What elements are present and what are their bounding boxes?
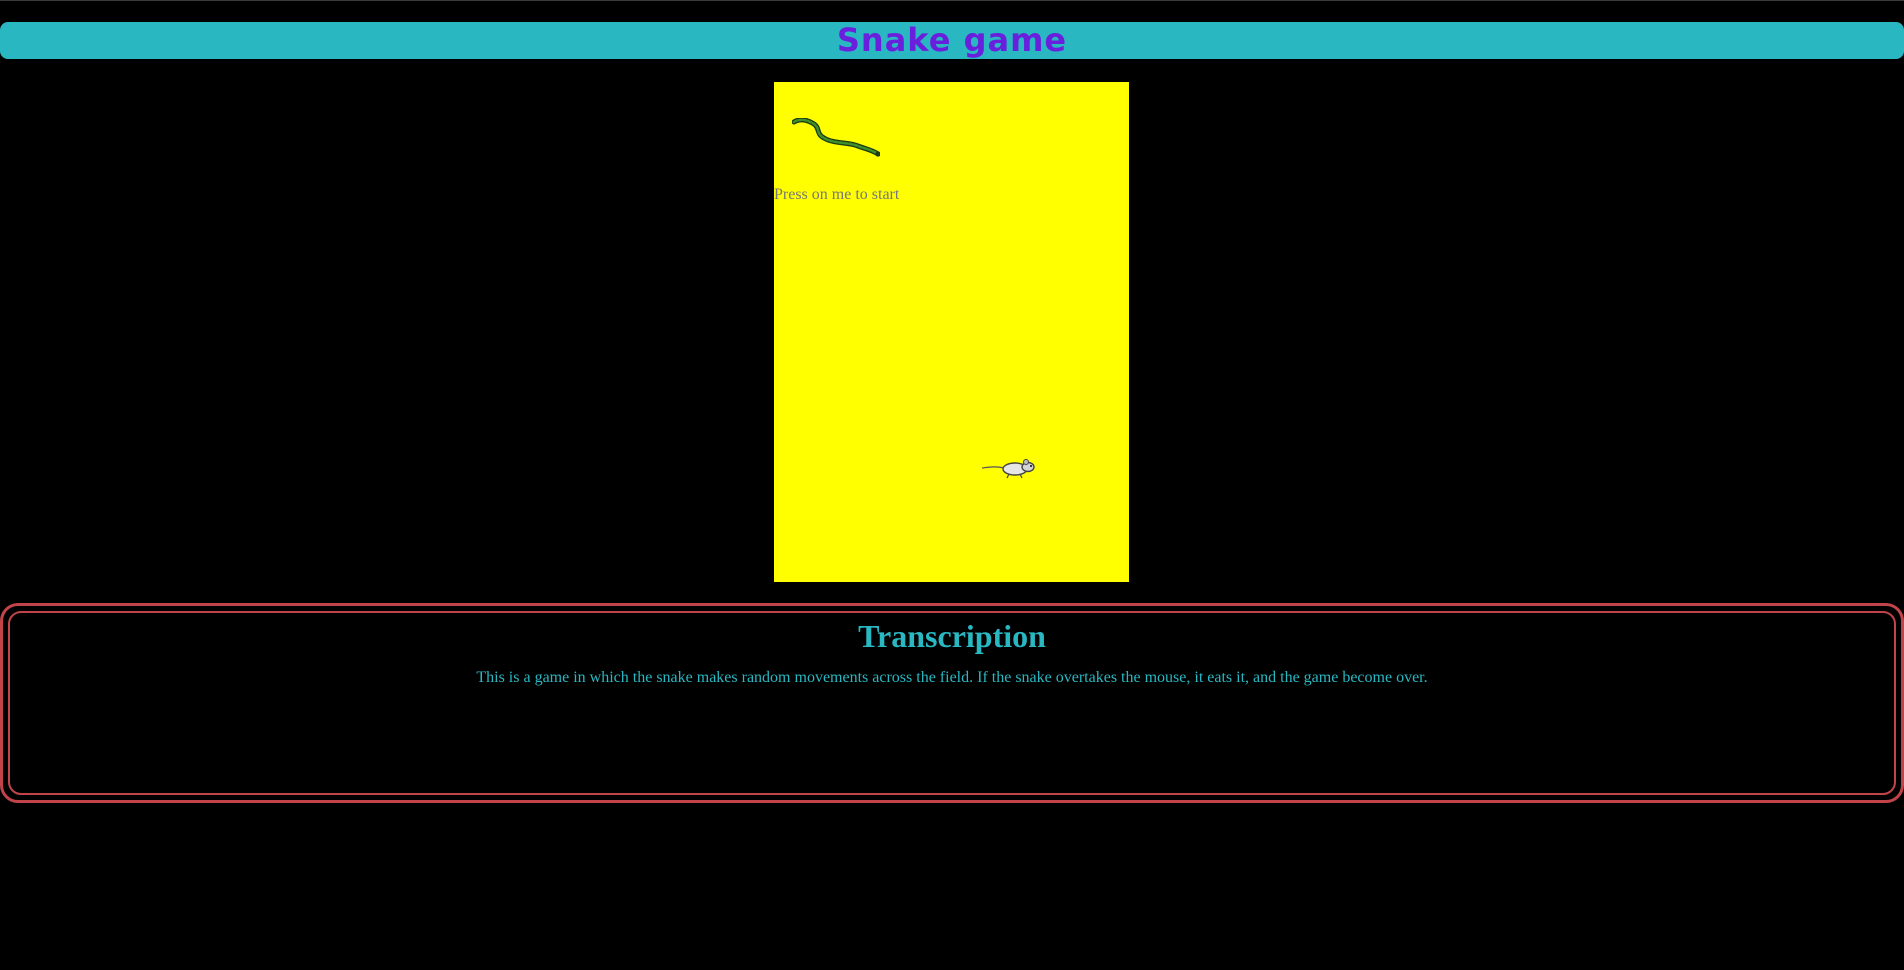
title-bar: Snake game [0,22,1904,59]
transcription-heading: Transcription [858,618,1046,654]
start-button[interactable]: Press on me to start [774,186,899,204]
top-divider [0,0,1904,1]
game-field[interactable]: Press on me to start [774,82,1129,582]
transcription-panel: Transcription This is a game in which th… [0,603,1904,803]
mouse-icon [982,459,1035,479]
transcription-text: This is a game in which the snake makes … [476,669,1428,686]
snake-icon [792,118,880,157]
page-title: Snake game [836,21,1068,59]
